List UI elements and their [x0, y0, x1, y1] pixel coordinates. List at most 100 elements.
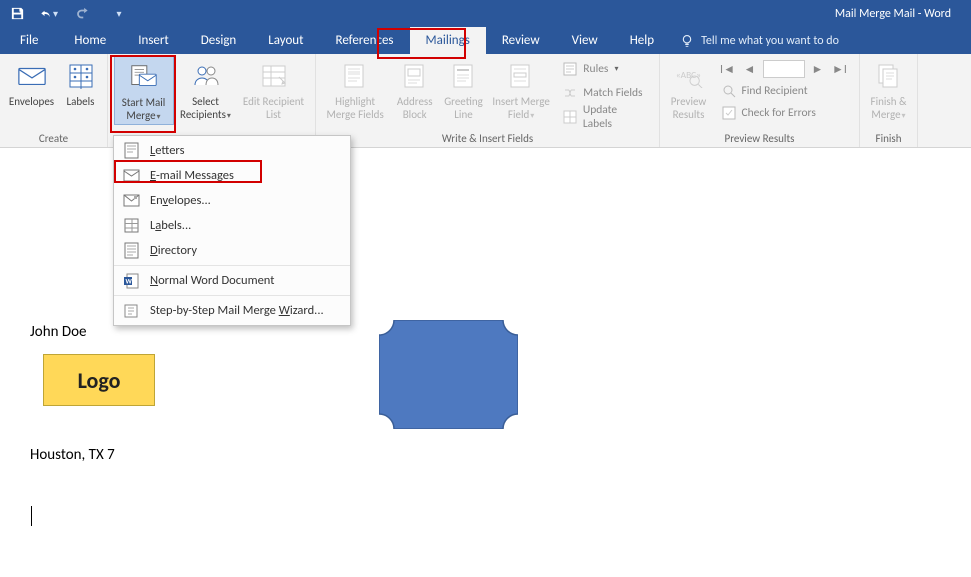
greeting-line-button: Greeting Line [439, 56, 488, 122]
word-doc-icon: W [122, 272, 140, 290]
edit-recipient-list-button: Edit Recipient List [238, 56, 310, 122]
menu-labels-label: bels... [161, 218, 191, 233]
title-bar: ▾ ▾ Mail Merge Mail - Word [0, 0, 971, 27]
text-caret [31, 506, 32, 526]
text-john-doe: John Doe [30, 323, 86, 341]
menu-normal-doc[interactable]: W Normal Word Document [114, 265, 350, 293]
logo-text: Logo [78, 367, 121, 394]
highlight-fields-icon [339, 60, 371, 92]
rules-icon [562, 61, 578, 77]
wizard-icon [122, 302, 140, 320]
dropdown-arrow-icon: ▾ [530, 111, 534, 121]
dropdown-arrow-icon: ▾ [53, 7, 58, 20]
menu-normal-label: ormal Word Document [158, 273, 274, 288]
redo-button[interactable] [72, 5, 90, 23]
select-recipients-button[interactable]: Select Recipients▾ [174, 56, 238, 123]
greeting-line-label: Greeting Line [441, 95, 486, 122]
menu-email-label: -mail Messages [156, 168, 234, 183]
last-record-icon: ►I [831, 60, 849, 78]
start-mail-merge-menu: Letters E-mail Messages Envelopes... Lab… [113, 135, 351, 326]
menu-envelopes-label: elopes... [168, 193, 211, 208]
tell-me-label: Tell me what you want to do [701, 34, 839, 48]
qat-customize-icon[interactable]: ▾ [110, 5, 128, 23]
lightbulb-icon [680, 34, 694, 48]
check-errors-label: Check for Errors [742, 106, 816, 120]
address-block-button: Address Block [390, 56, 439, 122]
menu-labels[interactable]: Labels... [114, 213, 350, 238]
menu-directory-label: irectory [158, 243, 197, 258]
labels-button[interactable]: Labels [59, 56, 103, 122]
envelopes-menu-icon [122, 192, 140, 210]
prev-record-icon: ◄ [741, 60, 759, 78]
menu-letters[interactable]: Letters [114, 138, 350, 163]
select-recipients-label: Select Recipients [180, 95, 226, 121]
tab-home[interactable]: Home [58, 27, 122, 54]
menu-directory[interactable]: Directory [114, 238, 350, 263]
group-create: Envelopes Labels Create [0, 54, 108, 147]
tab-view[interactable]: View [556, 27, 614, 54]
tab-references[interactable]: References [320, 27, 410, 54]
check-errors-button: Check for Errors [713, 102, 855, 124]
envelopes-label: Envelopes [9, 95, 54, 122]
record-nav: I◄ ◄ ► ►I [713, 56, 855, 80]
menu-wizard[interactable]: Step-by-Step Mail Merge Wizard... [114, 295, 350, 323]
group-start-merge: Start Mail Merge▾ Select Recipients▾ Edi… [108, 54, 316, 147]
menu-email-messages[interactable]: E-mail Messages [114, 163, 350, 188]
find-recipient-icon [721, 83, 737, 99]
select-recipients-icon [190, 60, 222, 92]
address-block-label: Address Block [392, 95, 437, 122]
tab-insert[interactable]: Insert [122, 27, 185, 54]
preview-results-button: «ABC» Preview Results [665, 56, 713, 122]
letter-icon [122, 142, 140, 160]
envelope-icon [16, 60, 48, 92]
group-write-insert-label: Write & Insert Fields [442, 130, 533, 147]
tab-layout[interactable]: Layout [252, 27, 319, 54]
labels-icon [65, 60, 97, 92]
check-errors-icon [721, 105, 737, 121]
text-houston: Houston, TX 7 [30, 446, 115, 464]
svg-text:«ABC»: «ABC» [675, 69, 700, 81]
start-mail-merge-button[interactable]: Start Mail Merge▾ [114, 56, 174, 125]
tab-design[interactable]: Design [185, 27, 252, 54]
dropdown-arrow-icon: ▾ [902, 111, 906, 121]
highlight-merge-fields-button: Highlight Merge Fields [320, 56, 390, 122]
envelopes-button[interactable]: Envelopes [5, 56, 59, 122]
update-labels-button: Update Labels [558, 106, 651, 128]
dropdown-arrow-icon: ▾ [157, 112, 161, 122]
finish-merge-button: Finish & Merge▾ [863, 56, 915, 123]
edit-recipient-list-icon [258, 60, 290, 92]
preview-results-label: Preview Results [667, 95, 711, 122]
first-record-icon: I◄ [719, 60, 737, 78]
preview-results-icon: «ABC» [673, 60, 705, 92]
match-fields-label: Match Fields [583, 86, 642, 100]
insert-merge-field-icon [505, 60, 537, 92]
match-fields-button: Match Fields [558, 82, 651, 104]
start-mail-merge-icon [128, 61, 160, 93]
dropdown-arrow-icon: ▾ [614, 64, 618, 74]
tab-help[interactable]: Help [614, 27, 670, 54]
tab-file[interactable]: File [0, 27, 58, 54]
finish-merge-icon [873, 60, 905, 92]
ribbon: Envelopes Labels Create Start Mail Merge… [0, 54, 971, 148]
highlight-label: Highlight Merge Fields [322, 95, 388, 122]
logo-placeholder[interactable]: Logo [43, 354, 155, 406]
group-create-label: Create [39, 130, 68, 147]
dropdown-arrow-icon: ▾ [227, 111, 231, 121]
tab-review[interactable]: Review [486, 27, 556, 54]
labels-label: Labels [67, 95, 95, 122]
undo-button[interactable]: ▾ [40, 5, 58, 23]
menu-envelopes[interactable]: Envelopes... [114, 188, 350, 213]
shape-plaque[interactable] [379, 320, 518, 429]
menu-letters-label: etters [155, 143, 184, 158]
tab-mailings[interactable]: Mailings [410, 27, 486, 54]
group-finish: Finish & Merge▾ Finish [860, 54, 918, 147]
save-icon[interactable] [8, 5, 26, 23]
group-finish-label: Finish [876, 130, 902, 147]
quick-access-toolbar: ▾ ▾ [0, 5, 128, 23]
edit-recipient-list-label: Edit Recipient List [240, 95, 308, 122]
group-write-insert: Highlight Merge Fields Address Block Gre… [316, 54, 660, 147]
directory-icon [122, 242, 140, 260]
svg-text:W: W [126, 276, 133, 285]
tell-me-search[interactable]: Tell me what you want to do [680, 27, 839, 54]
record-number-box [763, 60, 805, 78]
